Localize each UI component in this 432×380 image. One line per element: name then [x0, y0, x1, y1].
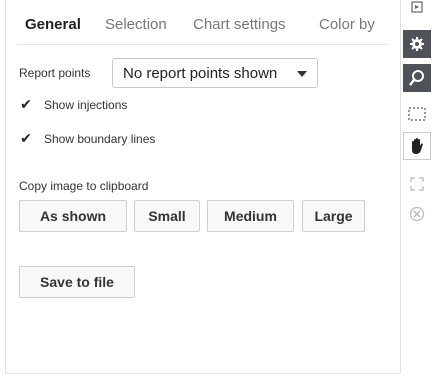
chevron-down-icon — [297, 71, 307, 77]
show-injections-checkbox[interactable]: ✔ — [18, 96, 34, 112]
copy-large-button[interactable]: Large — [302, 200, 365, 232]
tab-general[interactable]: General — [25, 16, 81, 33]
tab-color-by[interactable]: Color by — [319, 16, 375, 33]
copy-image-label: Copy image to clipboard — [19, 179, 149, 193]
show-injections-label: Show injections — [44, 98, 128, 112]
right-toolbar — [401, 0, 432, 380]
save-to-file-button[interactable]: Save to file — [19, 266, 135, 298]
tab-selection[interactable]: Selection — [105, 16, 167, 33]
pan-hand-icon[interactable] — [403, 132, 431, 160]
report-points-select[interactable]: No report points shown — [112, 58, 318, 88]
collapse-icon[interactable] — [403, 0, 431, 14]
marquee-select-icon[interactable] — [403, 100, 431, 128]
report-points-selected-value: No report points shown — [123, 64, 278, 82]
clear-icon[interactable] — [403, 200, 431, 228]
fit-view-icon[interactable] — [403, 170, 431, 198]
copy-small-button[interactable]: Small — [134, 200, 200, 232]
tab-chart-settings[interactable]: Chart settings — [193, 16, 286, 33]
settings-panel: General Selection Chart settings Color b… — [5, 0, 401, 374]
copy-as-shown-button[interactable]: As shown — [19, 200, 127, 232]
copy-medium-button[interactable]: Medium — [207, 200, 294, 232]
settings-icon[interactable] — [403, 30, 431, 58]
report-points-label: Report points — [19, 66, 91, 80]
show-boundary-lines-label: Show boundary lines — [44, 132, 156, 146]
tab-bar: General Selection Chart settings Color b… — [17, 14, 387, 45]
show-boundary-lines-checkbox[interactable]: ✔ — [18, 130, 34, 146]
zoom-icon[interactable] — [403, 64, 431, 92]
